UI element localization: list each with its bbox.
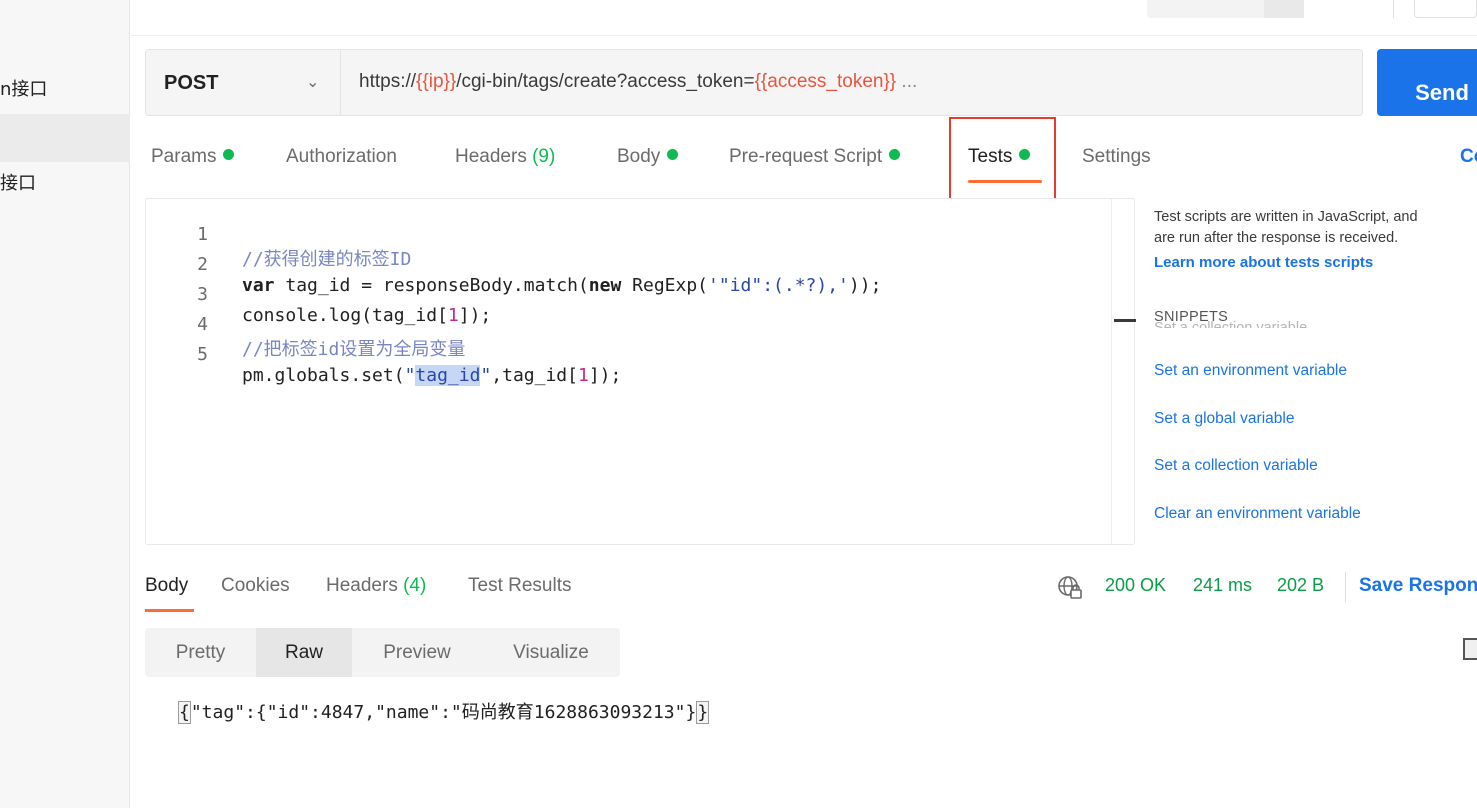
chevron-down-icon: ⌄ bbox=[306, 74, 320, 91]
tab-authorization-label: Authorization bbox=[286, 146, 397, 167]
globe-lock-icon[interactable] bbox=[1057, 575, 1083, 601]
code-selection: tag_id bbox=[415, 365, 481, 386]
code-string: " bbox=[404, 365, 416, 386]
snippet-clear-environment-variable[interactable]: Clear an environment variable bbox=[1154, 505, 1361, 523]
save-response-button[interactable]: Save Response bbox=[1359, 575, 1477, 597]
cookies-link[interactable]: Co bbox=[1460, 146, 1477, 168]
url-var-ip: {{ip}} bbox=[416, 71, 457, 92]
snippet-set-global-variable[interactable]: Set a global variable bbox=[1154, 410, 1294, 428]
format-visualize-button[interactable]: Visualize bbox=[482, 628, 620, 677]
format-pretty-button[interactable]: Pretty bbox=[145, 628, 256, 677]
top-control-dropdown[interactable] bbox=[1264, 0, 1304, 18]
copy-icon[interactable] bbox=[1463, 638, 1477, 660]
status-dot-icon bbox=[889, 149, 901, 160]
code-text: pm.globals.set("tag_id",tag_id[1]); bbox=[242, 365, 621, 386]
response-tab-cookies[interactable]: Cookies bbox=[221, 575, 290, 597]
line-number: 5 bbox=[197, 344, 208, 365]
status-dot-icon bbox=[223, 149, 235, 160]
snippets-description-line: Test scripts are written in JavaScript, … bbox=[1154, 209, 1418, 225]
tab-headers-label: Headers bbox=[455, 146, 527, 167]
response-body-text: "tag":{"id":4847,"name":"码尚教育16288630932… bbox=[190, 702, 697, 723]
code-line-5: 5 pm.globals.set("tag_id",tag_id[1]); bbox=[146, 323, 1106, 386]
top-divider bbox=[1393, 0, 1394, 18]
format-preview-button[interactable]: Preview bbox=[352, 628, 482, 677]
code-text: ]); bbox=[588, 365, 622, 386]
tab-settings-label: Settings bbox=[1082, 146, 1151, 167]
code-text: pm.globals.set( bbox=[242, 365, 405, 386]
brace-match: { bbox=[178, 701, 191, 724]
code-line-4: 4 //把标签id设置为全局变量 bbox=[146, 293, 1106, 360]
top-edit-button[interactable] bbox=[1414, 0, 1477, 18]
url-var-token: {{access_token}} bbox=[754, 71, 897, 92]
code-text: ,tag_id[ bbox=[491, 365, 578, 386]
format-raw-button[interactable]: Raw bbox=[256, 628, 352, 677]
learn-more-link[interactable]: Learn more about tests scripts bbox=[1154, 254, 1373, 271]
editor-splitter[interactable] bbox=[1111, 199, 1135, 544]
snippet-scrolled-item[interactable]: Set a collection variable bbox=[1154, 320, 1307, 328]
code-line-2: 2 var tag_id = responseBody.match(new Re… bbox=[146, 233, 1106, 296]
request-tabs: Params Authorization Headers (9) Body Pr… bbox=[145, 138, 1477, 186]
response-tab-test-results[interactable]: Test Results bbox=[468, 575, 571, 597]
status-dot-icon bbox=[667, 149, 679, 160]
response-time[interactable]: 241 ms bbox=[1193, 575, 1252, 596]
response-tab-body[interactable]: Body bbox=[145, 575, 188, 597]
code-line-1: 1 //获得创建的标签ID bbox=[146, 203, 1106, 270]
tab-body-label: Body bbox=[617, 146, 661, 167]
url-input[interactable]: https://{{ip}}/cgi-bin/tags/create?acces… bbox=[341, 49, 1363, 116]
tab-authorization[interactable]: Authorization bbox=[286, 146, 397, 168]
response-tab-headers-label: Headers bbox=[326, 575, 398, 596]
snippet-set-environment-variable[interactable]: Set an environment variable bbox=[1154, 362, 1347, 380]
status-code[interactable]: 200 OK bbox=[1105, 575, 1166, 596]
sidebar-item-api-2[interactable]: 接口 bbox=[0, 160, 130, 208]
brace-match: } bbox=[696, 701, 710, 724]
response-tab-headers[interactable]: Headers (4) bbox=[326, 575, 426, 597]
code-string: " bbox=[480, 365, 492, 386]
snippets-description-line: are run after the response is received. bbox=[1154, 230, 1399, 246]
method-select[interactable]: POST ⌄ bbox=[145, 49, 341, 116]
annotation-highlight-box bbox=[949, 117, 1056, 200]
method-label: POST bbox=[164, 72, 219, 94]
tab-headers-count: (9) bbox=[532, 146, 556, 167]
divider bbox=[1345, 572, 1346, 602]
response-size[interactable]: 202 B bbox=[1277, 575, 1324, 596]
tests-script-editor[interactable]: 1 //获得创建的标签ID 2 var tag_id = responseBod… bbox=[145, 198, 1136, 545]
send-button[interactable]: Send bbox=[1377, 49, 1477, 116]
tab-settings[interactable]: Settings bbox=[1082, 146, 1151, 168]
tab-headers[interactable]: Headers (9) bbox=[455, 146, 555, 168]
url-ellipsis: ... bbox=[896, 71, 918, 92]
sidebar-item-api-1[interactable]: n接口 bbox=[0, 66, 130, 114]
response-body[interactable]: {"tag":{"id":4847,"name":"码尚教育1628863093… bbox=[178, 698, 710, 724]
tab-params[interactable]: Params bbox=[151, 146, 235, 168]
code-number: 1 bbox=[577, 365, 589, 386]
tab-params-label: Params bbox=[151, 146, 217, 167]
tab-body[interactable]: Body bbox=[617, 146, 679, 168]
splitter-handle[interactable] bbox=[1114, 319, 1136, 322]
snippet-set-collection-variable[interactable]: Set a collection variable bbox=[1154, 457, 1318, 475]
sidebar-item-selected[interactable] bbox=[0, 114, 130, 162]
sidebar: n接口 接口 bbox=[0, 0, 130, 808]
response-format-bar: Pretty Raw Preview Visualize bbox=[145, 628, 620, 677]
url-path: /cgi-bin/tags/create?access_token= bbox=[456, 71, 755, 92]
response-tab-headers-count: (4) bbox=[403, 575, 427, 596]
active-tab-underline bbox=[145, 609, 194, 612]
code-line-3: 3 console.log(tag_id[1]); bbox=[146, 263, 1106, 326]
url-prefix: https:// bbox=[359, 71, 417, 92]
snippets-panel: Test scripts are written in JavaScript, … bbox=[1136, 198, 1477, 545]
tab-pre-request-script[interactable]: Pre-request Script bbox=[729, 146, 901, 168]
snippets-description: Test scripts are written in JavaScript, … bbox=[1154, 207, 1477, 249]
tab-pre-request-script-label: Pre-request Script bbox=[729, 146, 883, 167]
